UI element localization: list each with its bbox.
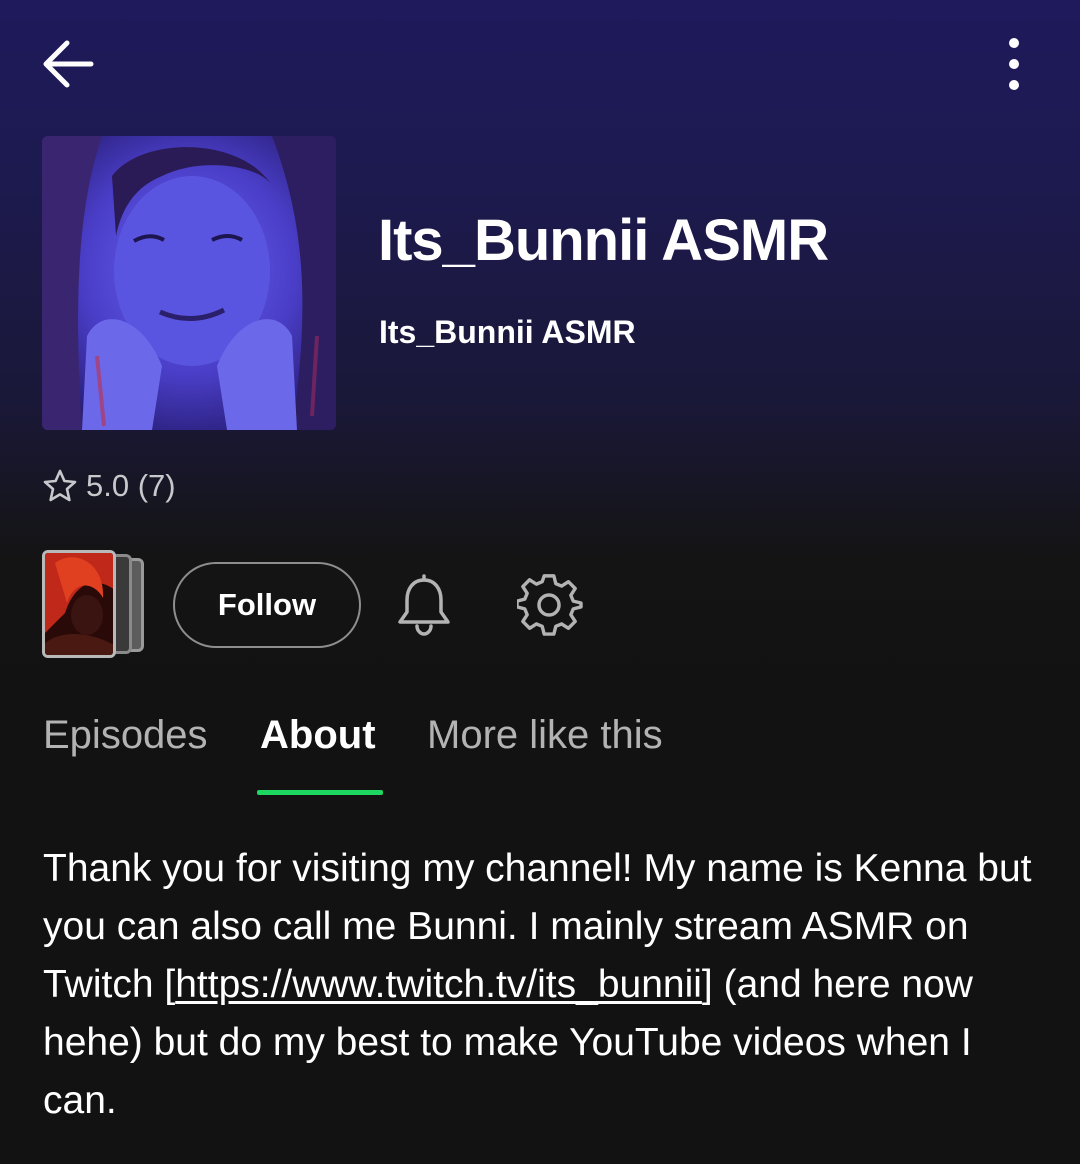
show-author[interactable]: Its_Bunnii ASMR: [379, 312, 979, 352]
active-tab-indicator: [257, 790, 383, 795]
rating[interactable]: 5.0 (7): [42, 466, 176, 506]
thumbnail-front-image: [42, 550, 116, 658]
more-options-button[interactable]: [982, 30, 1046, 94]
back-button[interactable]: [36, 32, 100, 96]
show-title: Its_Bunnii ASMR: [378, 208, 829, 273]
arrow-left-icon: [43, 40, 94, 88]
settings-button[interactable]: [514, 570, 586, 642]
star-outline-icon: [43, 469, 77, 502]
podcast-cover-image: [42, 136, 336, 430]
tab-about[interactable]: About: [260, 710, 376, 760]
about-description: Thank you for visiting my channel! My na…: [43, 840, 1053, 1130]
notifications-button[interactable]: [388, 570, 460, 642]
tab-bar: Episodes About More like this: [0, 700, 1080, 800]
follow-button[interactable]: Follow: [173, 562, 361, 648]
podcast-show-page: Its_Bunnii ASMR Its_Bunnii ASMR 5.0 (7) …: [0, 0, 1080, 1164]
tab-episodes[interactable]: Episodes: [43, 710, 208, 760]
episode-stack-thumbnail[interactable]: [42, 550, 144, 660]
rating-text: 5.0 (7): [86, 468, 176, 503]
bell-icon: [398, 574, 450, 636]
twitch-link[interactable]: https://www.twitch.tv/its_bunnii: [175, 963, 702, 1006]
tab-more-like-this[interactable]: More like this: [427, 710, 663, 760]
top-bar: [0, 0, 1080, 130]
gear-icon: [517, 574, 583, 636]
more-vertical-icon: [1009, 38, 1019, 90]
